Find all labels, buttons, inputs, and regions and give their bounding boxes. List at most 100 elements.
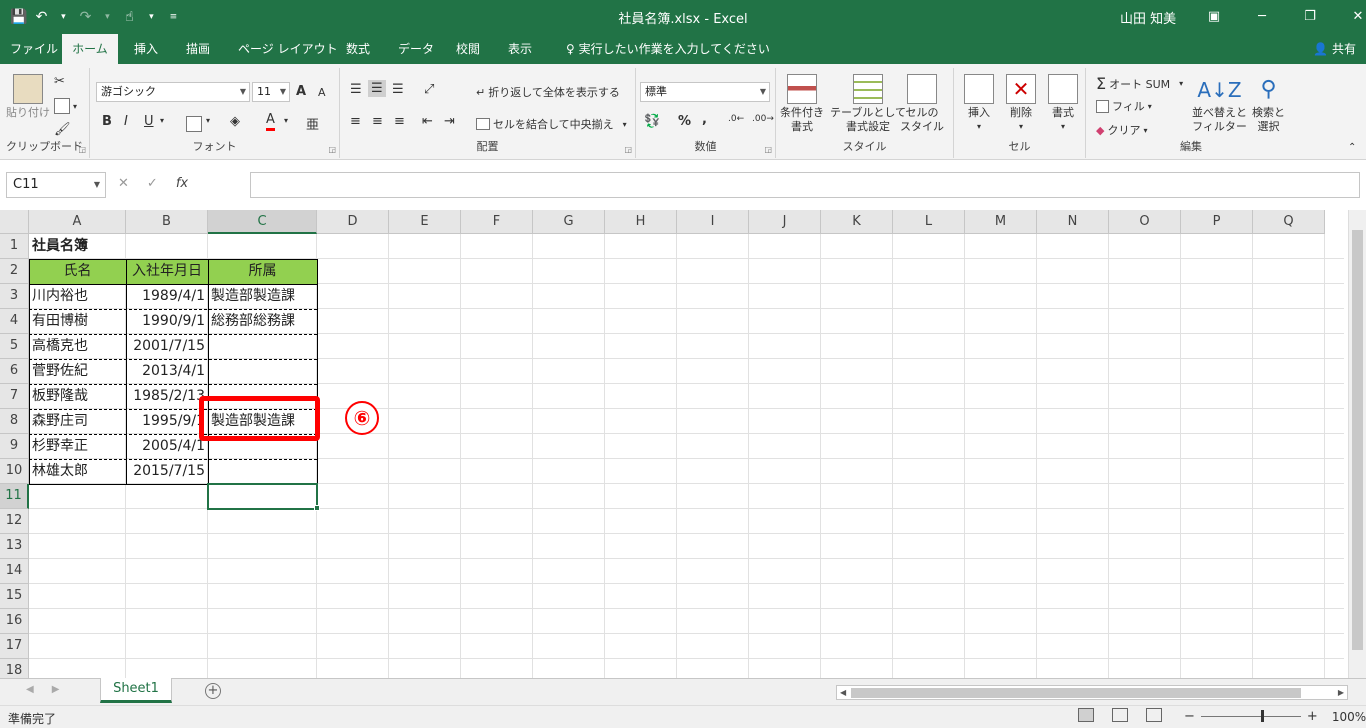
tell-me-box[interactable]: ♀ 実行したい作業を入力してください (556, 34, 780, 64)
normal-view-icon[interactable] (1078, 708, 1094, 722)
scroll-right-icon[interactable]: ▶ (1338, 686, 1344, 699)
cut-button[interactable]: ✂ (54, 74, 65, 89)
insert-cells-button[interactable]: 挿入 ▾ (964, 74, 994, 134)
align-left-icon[interactable]: ≡ (350, 114, 361, 129)
tab-page-layout[interactable]: ページ レイアウト (228, 34, 348, 64)
zoom-in-button[interactable]: + (1307, 709, 1318, 724)
row-header-8[interactable]: 8 (0, 409, 29, 434)
align-right-icon[interactable]: ≡ (394, 114, 405, 129)
number-format-select[interactable]: 標準 ▼ (640, 82, 770, 102)
italic-button[interactable]: I (124, 114, 128, 129)
zoom-slider[interactable] (1200, 710, 1301, 722)
select-all-button[interactable] (0, 210, 29, 234)
column-header-f[interactable]: F (461, 210, 533, 234)
row-header-5[interactable]: 5 (0, 334, 29, 359)
column-header-i[interactable]: I (677, 210, 749, 234)
grow-font-button[interactable]: A (296, 84, 306, 99)
column-header-b[interactable]: B (126, 210, 208, 234)
row-header-17[interactable]: 17 (0, 634, 29, 659)
underline-button[interactable]: U (144, 114, 154, 129)
decrease-indent-icon[interactable]: ⇤ (422, 114, 433, 129)
border-dropdown-icon[interactable]: ▾ (206, 116, 210, 125)
paste-button[interactable]: 貼り付け (6, 74, 50, 120)
column-header-m[interactable]: M (965, 210, 1037, 234)
row-header-3[interactable]: 3 (0, 284, 29, 309)
page-layout-view-icon[interactable] (1112, 708, 1128, 722)
fill-handle[interactable] (314, 505, 320, 511)
row-header-7[interactable]: 7 (0, 384, 29, 409)
currency-icon[interactable]: 💱 (644, 114, 660, 129)
cell-a1[interactable]: 社員名簿 (29, 234, 229, 259)
row-header-18[interactable]: 18 (0, 659, 29, 678)
column-header-l[interactable]: L (893, 210, 965, 234)
fill-button[interactable]: フィル ▾ (1096, 98, 1152, 114)
tab-draw[interactable]: 描画 (176, 34, 220, 64)
align-top-icon[interactable]: ☰ (350, 82, 362, 97)
page-break-view-icon[interactable] (1146, 708, 1162, 722)
increase-decimal-icon[interactable]: .0← (728, 114, 744, 124)
sheet-tab-sheet1[interactable]: Sheet1 (100, 678, 172, 703)
comma-button[interactable]: , (702, 112, 707, 127)
find-select-button[interactable]: ⚲ 検索と 選択 (1252, 74, 1285, 134)
horizontal-scrollbar[interactable]: ◀ ▶ (836, 685, 1348, 700)
increase-indent-icon[interactable]: ⇥ (444, 114, 455, 129)
font-color-dropdown-icon[interactable]: ▾ (284, 116, 288, 125)
column-header-h[interactable]: H (605, 210, 677, 234)
format-painter-button[interactable]: 🖌 (54, 122, 71, 137)
row-header-12[interactable]: 12 (0, 509, 29, 534)
align-middle-icon[interactable]: ☰ (368, 80, 386, 97)
fill-color-icon[interactable]: ◈ (230, 114, 240, 129)
row-header-13[interactable]: 13 (0, 534, 29, 559)
minimize-button[interactable]: ─ (1238, 2, 1286, 30)
restore-button[interactable]: ❐ (1286, 2, 1334, 30)
scroll-thumb[interactable] (851, 688, 1301, 698)
column-header-q[interactable]: Q (1253, 210, 1325, 234)
bold-button[interactable]: B (102, 114, 112, 129)
align-center-icon[interactable]: ≡ (372, 114, 383, 129)
dialog-launcher-icon[interactable]: ◲ (624, 145, 632, 154)
column-header-c[interactable]: C (208, 210, 317, 234)
cell-styles-button[interactable]: セルの スタイル (900, 74, 944, 134)
row-header-11[interactable]: 11 (0, 484, 29, 509)
row-header-10[interactable]: 10 (0, 459, 29, 484)
copy-button[interactable]: ▾ (54, 98, 77, 114)
phonetic-button[interactable]: 亜 (306, 114, 319, 133)
dialog-launcher-icon[interactable]: ◲ (328, 145, 336, 154)
sort-filter-button[interactable]: A↓Z 並べ替えと フィルター (1192, 74, 1247, 134)
cell-area[interactable]: 社員名簿 氏名 入社年月日 所属 川内裕也 1989/4/1 製造部製造課 有田博樹 1990/… (29, 234, 1344, 678)
ribbon-display-icon[interactable]: ▣ (1190, 2, 1238, 30)
column-header-k[interactable]: K (821, 210, 893, 234)
vertical-scrollbar[interactable] (1348, 210, 1366, 678)
name-box[interactable]: C11 ▼ (6, 172, 106, 198)
tab-data[interactable]: データ (388, 34, 444, 64)
autosum-button[interactable]: Σ オート SUM ▾ (1096, 74, 1183, 93)
row-header-15[interactable]: 15 (0, 584, 29, 609)
clear-button[interactable]: ◆ クリア ▾ (1096, 122, 1147, 138)
column-header-d[interactable]: D (317, 210, 389, 234)
tab-view[interactable]: 表示 (498, 34, 542, 64)
worksheet-grid[interactable]: ABCDEFGHIJKLMNOPQ 1 2 3 4 5 6 7 8 9 10 11 12 13 14 15 1… (0, 210, 1366, 678)
column-header-j[interactable]: J (749, 210, 821, 234)
next-sheet-icon[interactable]: ▶ (52, 684, 60, 695)
column-header-a[interactable]: A (29, 210, 126, 234)
delete-cells-button[interactable]: ✕ 削除 ▾ (1006, 74, 1036, 134)
format-cells-button[interactable]: 書式 ▾ (1048, 74, 1078, 134)
row-header-9[interactable]: 9 (0, 434, 29, 459)
row-header-1[interactable]: 1 (0, 234, 29, 259)
font-color-button[interactable]: A (266, 112, 275, 131)
zoom-thumb[interactable] (1260, 710, 1264, 722)
decrease-decimal-icon[interactable]: .00→ (752, 114, 774, 124)
prev-sheet-icon[interactable]: ◀ (26, 684, 34, 695)
font-name-select[interactable]: 游ゴシック ▼ (96, 82, 250, 102)
shrink-font-button[interactable]: A (318, 86, 326, 99)
percent-button[interactable]: % (678, 114, 691, 129)
user-name[interactable]: 山田 知美 (1120, 8, 1176, 27)
tab-formulas[interactable]: 数式 (336, 34, 380, 64)
tab-review[interactable]: 校閲 (446, 34, 490, 64)
row-header-14[interactable]: 14 (0, 559, 29, 584)
tab-file[interactable]: ファイル (0, 34, 68, 64)
column-header-g[interactable]: G (533, 210, 605, 234)
underline-dropdown-icon[interactable]: ▾ (160, 116, 164, 125)
row-header-4[interactable]: 4 (0, 309, 29, 334)
formula-input[interactable] (250, 172, 1360, 198)
